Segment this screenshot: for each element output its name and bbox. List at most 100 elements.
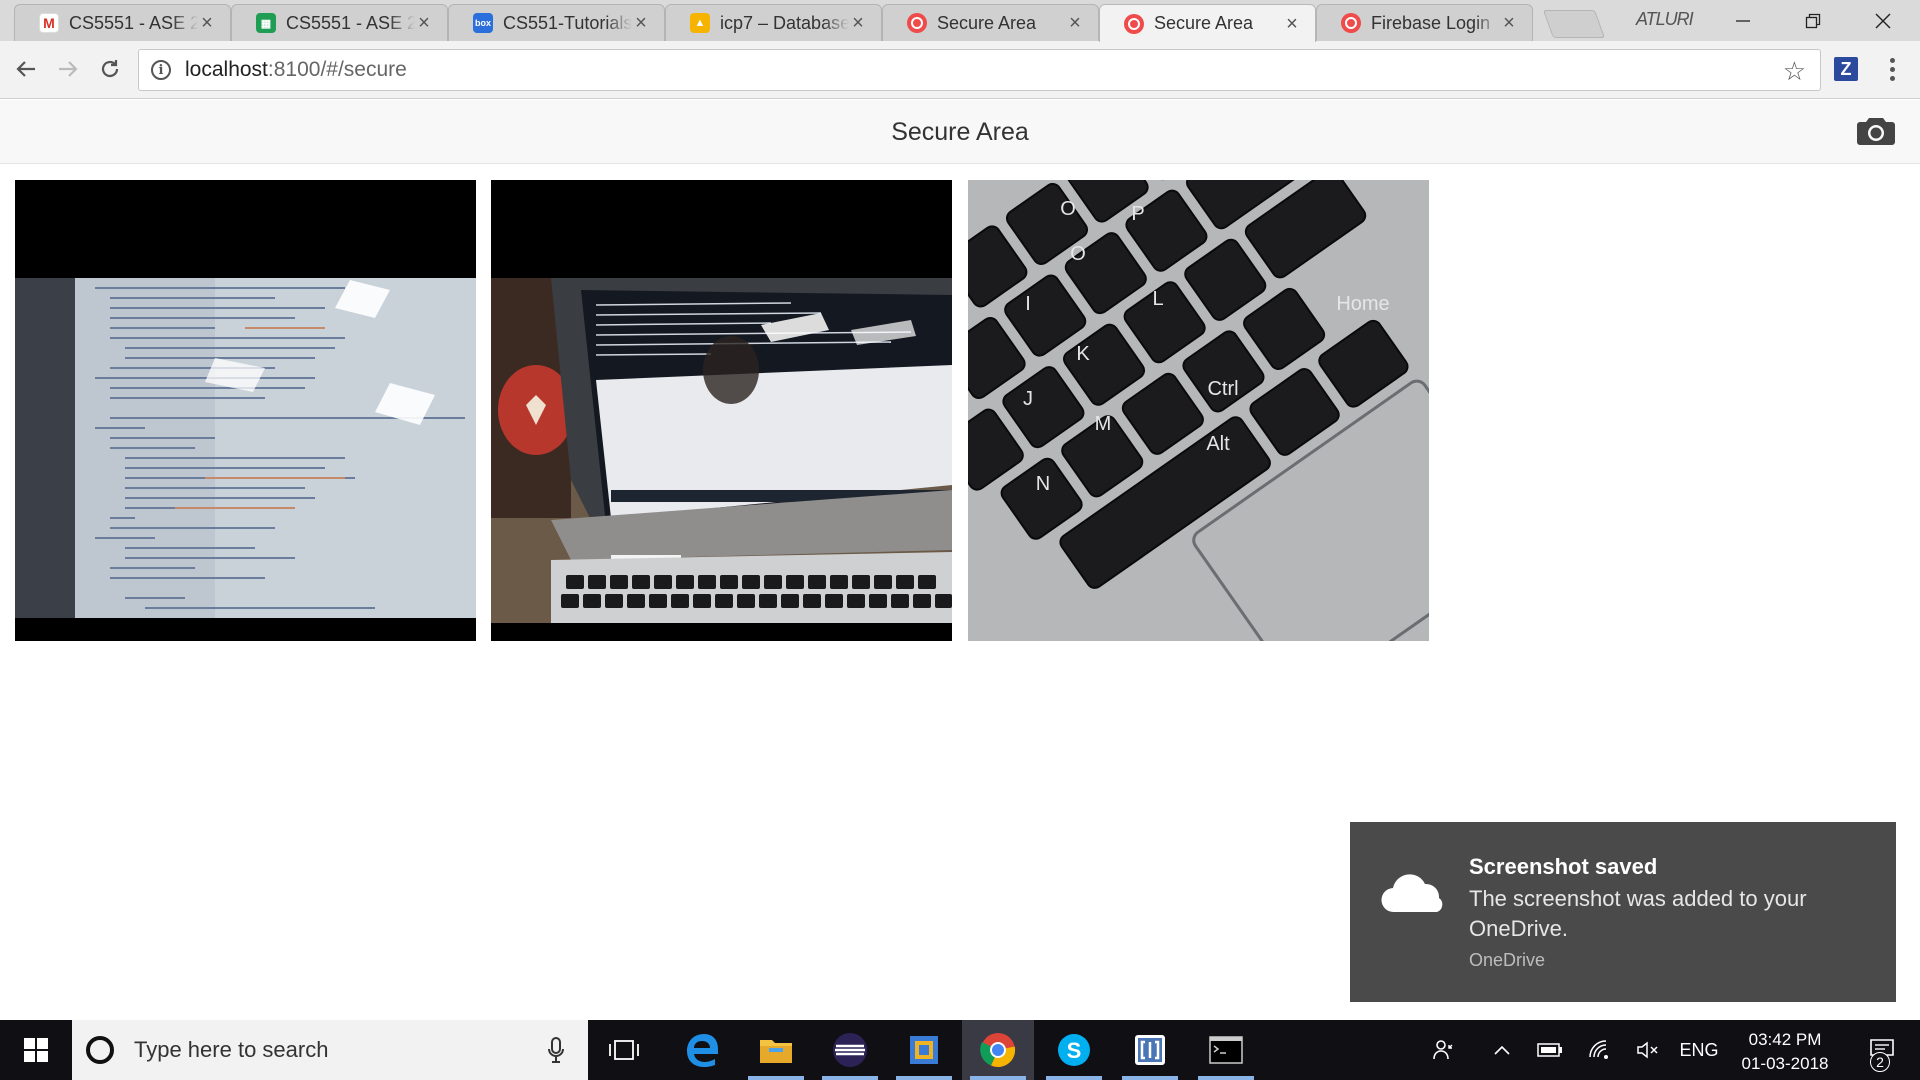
taskbar-skype[interactable]: S xyxy=(1038,1020,1110,1080)
app-header: Secure Area xyxy=(0,100,1920,164)
toast-title: Screenshot saved xyxy=(1469,854,1658,879)
onedrive-toast[interactable]: Screenshot saved The screenshot was adde… xyxy=(1350,822,1896,1002)
volume-muted-icon xyxy=(1637,1041,1658,1059)
taskbar-file-explorer[interactable] xyxy=(740,1020,812,1080)
box-icon: box xyxy=(473,13,493,33)
start-button[interactable] xyxy=(0,1020,72,1080)
close-window-icon xyxy=(1875,13,1891,28)
photo-gallery: O P O L I K J M N Ctrl Alt Home xyxy=(15,180,1445,641)
reload-button[interactable] xyxy=(92,51,128,87)
restore-button[interactable] xyxy=(1780,0,1846,41)
tray-overflow-button[interactable] xyxy=(1484,1020,1520,1080)
tab-sheets[interactable]: ▦ CS5551 - ASE 2018 × xyxy=(231,4,448,41)
eclipse-icon xyxy=(833,1033,867,1067)
windows-logo-icon xyxy=(24,1038,48,1062)
address-bar[interactable]: i localhost:8100/#/secure ☆ xyxy=(138,49,1821,91)
onedrive-cloud-icon xyxy=(1381,874,1443,913)
svg-text:Home: Home xyxy=(1336,293,1389,315)
restore-icon xyxy=(1805,13,1821,28)
taskbar-search-box[interactable]: Type here to search xyxy=(72,1020,588,1080)
tab-secure-area-1[interactable]: Secure Area × xyxy=(882,4,1099,41)
gmail-icon: M xyxy=(39,13,59,33)
notification-count-badge: 2 xyxy=(1870,1052,1890,1072)
svg-text:Alt: Alt xyxy=(1206,433,1230,455)
photo-keyboard-image: O P O L I K J M N Ctrl Alt Home xyxy=(968,180,1429,641)
forward-button[interactable] xyxy=(50,51,86,87)
bracket-app-icon xyxy=(1135,1035,1165,1065)
svg-text:S: S xyxy=(1067,1038,1082,1063)
back-button[interactable] xyxy=(8,51,44,87)
minimize-button[interactable] xyxy=(1710,0,1776,41)
taskbar-edge[interactable] xyxy=(666,1020,738,1080)
taskbar-app-bracket[interactable] xyxy=(1114,1020,1186,1080)
new-tab-button[interactable] xyxy=(1542,10,1606,38)
close-icon[interactable]: × xyxy=(849,13,867,33)
toast-source: OneDrive xyxy=(1469,950,1546,970)
ionic-icon xyxy=(1341,13,1361,33)
taskbar-chrome[interactable] xyxy=(962,1020,1034,1080)
reload-icon xyxy=(101,60,119,78)
info-icon[interactable]: i xyxy=(151,60,171,80)
close-icon[interactable]: × xyxy=(415,13,433,33)
people-icon xyxy=(1433,1040,1453,1060)
svg-text:N: N xyxy=(1036,473,1050,495)
arrow-left-icon xyxy=(16,61,35,77)
windows-taskbar: Type here to search S ENG 03:42 PM 01-03… xyxy=(0,1020,1920,1080)
page-title: Secure Area xyxy=(891,118,1029,146)
folder-icon xyxy=(760,1040,792,1063)
tab-secure-area-active[interactable]: Secure Area × xyxy=(1099,4,1316,42)
tab-gmail[interactable]: M CS5551 - ASE 2018 × xyxy=(14,4,231,41)
task-view-button[interactable] xyxy=(588,1020,660,1080)
camera-button[interactable] xyxy=(1856,115,1896,147)
taskbar-clock[interactable]: 03:42 PM 01-03-2018 xyxy=(1730,1028,1840,1076)
tab-title: icp7 – Database xyxy=(720,12,849,33)
svg-text:J: J xyxy=(1023,388,1033,410)
clock-date: 01-03-2018 xyxy=(1741,1054,1829,1073)
svg-text:L: L xyxy=(1152,288,1163,310)
url-text[interactable]: localhost:8100/#/secure xyxy=(185,58,407,82)
battery-indicator[interactable] xyxy=(1530,1020,1570,1080)
battery-icon xyxy=(1537,1043,1562,1057)
close-icon[interactable]: × xyxy=(1500,13,1518,33)
svg-text:Ctrl: Ctrl xyxy=(1207,378,1238,400)
close-icon[interactable]: × xyxy=(1283,14,1301,34)
close-window-button[interactable] xyxy=(1850,0,1916,41)
taskbar-eclipse[interactable] xyxy=(814,1020,886,1080)
microphone-icon[interactable] xyxy=(548,1037,564,1063)
chrome-menu-icon[interactable] xyxy=(1880,53,1904,85)
chevron-up-icon xyxy=(1494,1045,1510,1055)
close-icon[interactable]: × xyxy=(632,13,650,33)
wifi-icon xyxy=(1589,1040,1608,1059)
tab-title: Firebase Login xyxy=(1371,12,1491,33)
tab-box[interactable]: box CS551-Tutorials × xyxy=(448,4,665,41)
close-icon[interactable]: × xyxy=(1066,13,1084,33)
toast-body: The screenshot was added to your OneDriv… xyxy=(1469,886,1807,941)
clock-time: 03:42 PM xyxy=(1748,1030,1822,1049)
tab-title: CS5551 - ASE 2018 xyxy=(286,12,415,33)
profile-name[interactable]: ATLURI xyxy=(1636,9,1694,30)
drive-icon: ▲ xyxy=(690,13,710,33)
bookmark-star-icon[interactable]: ☆ xyxy=(1783,56,1806,87)
close-icon[interactable]: × xyxy=(198,13,216,33)
tab-title: Secure Area xyxy=(1154,13,1254,33)
tab-firebase-login[interactable]: Firebase Login × xyxy=(1316,4,1533,41)
photo-keyboard[interactable]: O P O L I K J M N Ctrl Alt Home xyxy=(968,180,1429,641)
tab-strip: M CS5551 - ASE 2018 × ▦ CS5551 - ASE 201… xyxy=(0,0,1920,42)
svg-text:M: M xyxy=(1095,413,1112,435)
terminal-icon xyxy=(1209,1036,1243,1064)
arrow-right-icon xyxy=(59,61,78,77)
language-indicator[interactable]: ENG xyxy=(1676,1020,1722,1080)
photo-code-editor[interactable] xyxy=(15,180,476,641)
tab-title: Secure Area xyxy=(937,12,1037,33)
svg-text:K: K xyxy=(1076,343,1090,365)
photo-laptop-terminal[interactable] xyxy=(491,180,952,641)
url-host: localhost xyxy=(185,58,268,81)
network-indicator[interactable] xyxy=(1580,1020,1620,1080)
volume-indicator[interactable] xyxy=(1628,1020,1668,1080)
people-button[interactable] xyxy=(1424,1020,1464,1080)
taskbar-virtualbox[interactable] xyxy=(888,1020,960,1080)
tab-drive[interactable]: ▲ icp7 – Database × xyxy=(665,4,882,41)
taskbar-command-prompt[interactable] xyxy=(1190,1020,1262,1080)
extension-z-icon[interactable]: Z xyxy=(1834,57,1858,81)
ionic-icon xyxy=(907,13,927,33)
